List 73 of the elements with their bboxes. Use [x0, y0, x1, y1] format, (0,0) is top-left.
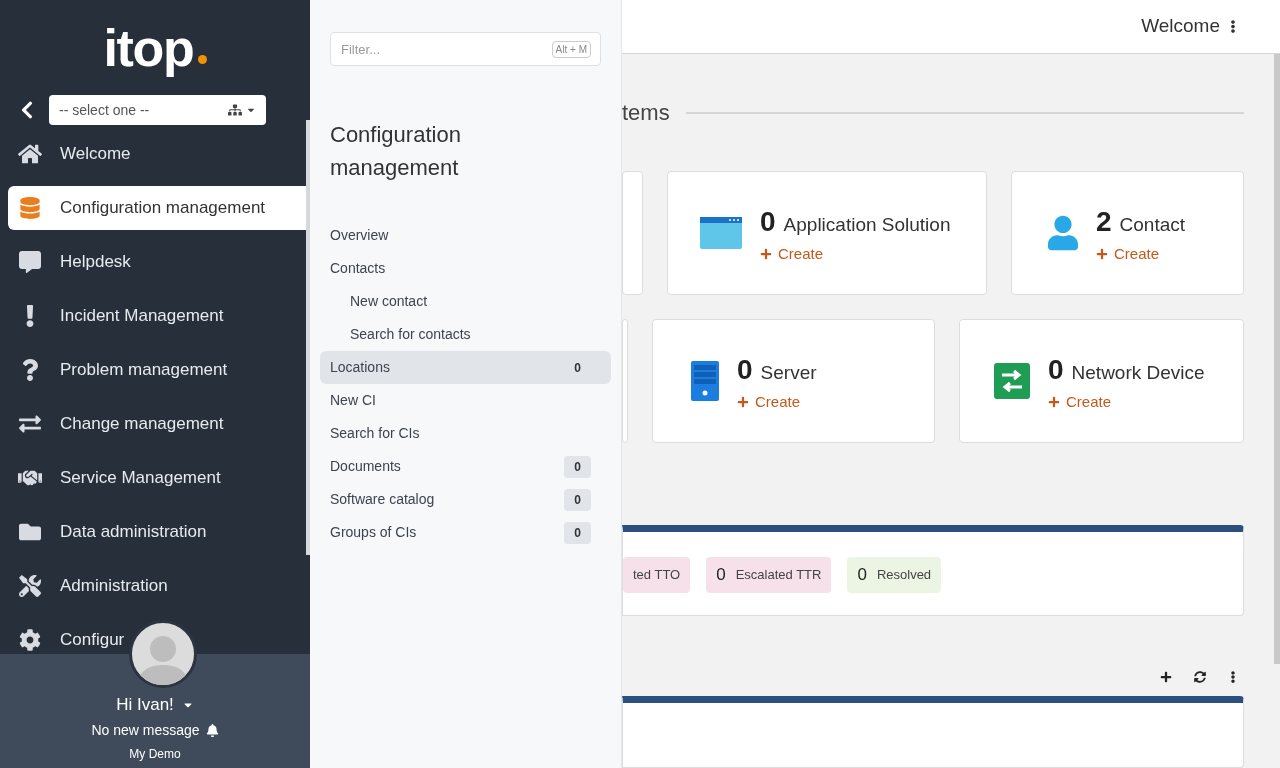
create-link[interactable]: Create: [760, 242, 951, 266]
submenu-item[interactable]: Groups of CIs 0: [320, 516, 611, 549]
count: 0: [1048, 352, 1064, 387]
settings-icon: [18, 629, 42, 651]
status-badge[interactable]: 0 Escalated TTR: [706, 556, 832, 593]
count-badge: 0: [564, 488, 591, 511]
submenu-item[interactable]: Documents 0: [320, 450, 611, 483]
submenu-item[interactable]: Contacts: [320, 252, 611, 285]
card-label: Contact: [1119, 212, 1186, 237]
count-badge: 0: [564, 455, 591, 478]
user-greeting[interactable]: Hi Ivan!: [116, 692, 174, 718]
organization-select[interactable]: -- select one --: [49, 95, 266, 125]
count: 2: [1096, 204, 1112, 239]
card-label: Server: [760, 360, 817, 385]
bell-icon[interactable]: [205, 723, 219, 737]
window-icon: [700, 217, 742, 249]
folder-icon: [18, 521, 42, 543]
create-link[interactable]: Create: [1048, 390, 1205, 414]
menu-item[interactable]: Helpdesk: [8, 250, 131, 274]
menu-item[interactable]: Data administration: [8, 520, 207, 544]
submenu-item[interactable]: Search for CIs: [320, 417, 611, 450]
refresh-icon[interactable]: [1194, 671, 1206, 684]
server-icon: [691, 361, 719, 401]
menu-item[interactable]: Incident Management: [8, 304, 224, 328]
count: 0: [737, 352, 753, 387]
database-icon: [18, 197, 42, 219]
add-icon[interactable]: [1160, 671, 1172, 684]
summary-card[interactable]: 2 Contact Create: [1011, 171, 1244, 295]
submenu-item[interactable]: Locations 0: [320, 351, 611, 384]
submenu-title: Configuration management: [330, 121, 462, 182]
menu-item[interactable]: Change management: [8, 412, 224, 436]
create-link[interactable]: Create: [1096, 242, 1186, 266]
menu-item[interactable]: Service Management: [8, 466, 221, 490]
hierarchy-icon: [228, 103, 242, 117]
menu-item[interactable]: Administration: [8, 574, 168, 598]
shortcut-hint: Alt + M: [551, 41, 591, 58]
plus-icon: [760, 248, 772, 260]
create-link[interactable]: Create: [737, 390, 817, 414]
count: 0: [573, 359, 582, 377]
submenu-item[interactable]: Search for contacts: [320, 318, 611, 351]
section-title: tems: [622, 99, 670, 127]
summary-card[interactable]: 0 Network Device Create: [959, 319, 1244, 443]
plus-icon: [1048, 396, 1060, 408]
card-label: Application Solution: [783, 212, 951, 237]
menu-item[interactable]: Welcome: [8, 142, 131, 166]
summary-card[interactable]: 0 Application Solution Create: [667, 171, 987, 295]
message-status: No new message: [91, 720, 200, 740]
menu-item[interactable]: Configur: [8, 628, 125, 652]
collapse-icon[interactable]: [20, 100, 34, 120]
tools-icon: [18, 575, 42, 597]
more-icon[interactable]: [1228, 671, 1238, 684]
plus-icon: [737, 396, 749, 408]
plus-icon: [1096, 248, 1108, 260]
submenu-item[interactable]: New CI: [320, 384, 611, 417]
home-icon: [18, 143, 42, 165]
switch-icon: [994, 363, 1030, 399]
organization-name: My Demo: [129, 745, 181, 763]
page-title: Welcome: [1141, 14, 1220, 39]
count: 0: [760, 204, 776, 239]
status-badge[interactable]: 0 Resolved: [847, 556, 942, 593]
submenu-item[interactable]: New contact: [320, 285, 611, 318]
submenu-item[interactable]: Software catalog 0: [320, 483, 611, 516]
status-badge[interactable]: ted TTO: [623, 556, 691, 593]
count-badge: 0: [564, 521, 591, 544]
more-icon[interactable]: [1228, 20, 1238, 33]
submenu-item[interactable]: Overview: [320, 219, 611, 252]
person-icon: [1048, 214, 1078, 252]
summary-card[interactable]: 0 Server Create: [652, 319, 935, 443]
menu-item[interactable]: Configuration management: [8, 186, 306, 230]
menu-item[interactable]: Problem management: [8, 358, 228, 382]
card-label: Network Device: [1071, 360, 1205, 385]
speech-bubble-icon: [18, 251, 42, 273]
arrows-icon: [18, 413, 42, 435]
